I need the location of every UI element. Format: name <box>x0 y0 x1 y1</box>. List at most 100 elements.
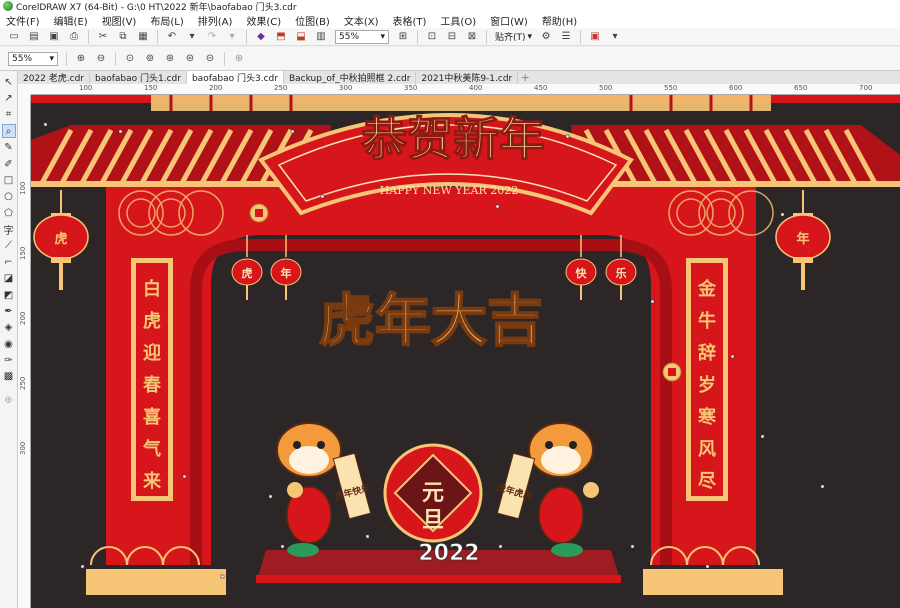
show-guidelines-icon[interactable]: ⊠ <box>465 30 479 44</box>
interactive-fill-icon[interactable]: ◈ <box>2 321 16 335</box>
crop-tool-icon[interactable]: ⌗ <box>2 108 16 122</box>
document-tab[interactable]: baofabao 门头1.cdr <box>90 71 187 84</box>
new-year-gate-artwork[interactable]: 恭贺新年 HAPPY NEW YEAR 2022 虎年大吉 白 虎 迎 春 喜 … <box>31 95 900 608</box>
transparency-tool-icon[interactable]: ◩ <box>2 288 16 302</box>
drop-shadow-tool-icon[interactable]: ◪ <box>2 272 16 286</box>
rectangle-tool-icon[interactable]: □ <box>2 173 16 187</box>
toolbar-divider <box>88 29 89 44</box>
zoom-page-width-icon[interactable]: ⊜ <box>183 52 197 66</box>
document-tab[interactable]: 2021中秋美陈9-1.cdr <box>416 71 519 84</box>
publish-pdf-icon[interactable]: ▥ <box>314 30 328 44</box>
property-zoom-select[interactable]: 55% ▾ <box>8 51 58 66</box>
add-icon[interactable]: ⊕ <box>232 52 246 66</box>
open-folder-icon[interactable]: ▤ <box>27 30 41 44</box>
menu-window[interactable]: 窗口(W) <box>490 13 528 28</box>
toolbar-divider <box>580 29 582 44</box>
new-document-icon[interactable]: ▭ <box>7 30 21 44</box>
window-title: CorelDRAW X7 (64-Bit) - G:\0 HT\2022 新年\… <box>16 2 297 13</box>
lantern-char: 乐 <box>616 266 627 280</box>
ruler-label: 100 <box>79 84 93 92</box>
zoom-page-icon[interactable]: ⊛ <box>163 52 177 66</box>
shape-tool-icon[interactable]: ↗ <box>2 92 16 106</box>
ellipse-tool-icon[interactable]: ○ <box>2 190 16 204</box>
property-bar: 55% ▾ ⊕ ⊖ ⊙ ⊚ ⊛ ⊜ ⊝ ⊕ <box>0 47 900 71</box>
outline-pen-icon[interactable]: ✑ <box>2 354 16 368</box>
menu-arrange[interactable]: 排列(A) <box>198 13 233 28</box>
polygon-tool-icon[interactable]: ⬠ <box>2 206 16 220</box>
couplet-char: 寒 <box>697 406 717 428</box>
zoom-level-value: 55% <box>339 31 360 42</box>
ruler-label: 150 <box>19 246 27 260</box>
import-icon[interactable]: ⬒ <box>274 30 288 44</box>
horizontal-ruler[interactable]: 100 150 200 250 300 350 400 450 500 550 … <box>31 84 900 95</box>
menu-text[interactable]: 文本(X) <box>344 13 379 28</box>
document-tab[interactable]: Backup_of_中秋拍照框 2.cdr <box>284 71 417 84</box>
standard-toolbar: ▭ ▤ ▣ ⎙ ✂ ⧉ ▦ ↶ ▾ ↷ ▾ ◆ ⬒ ⬓ ▥ 55% ▾ ⊞ ⊡ … <box>0 28 900 46</box>
full-screen-preview-icon[interactable]: ⊞ <box>396 30 410 44</box>
application-launcher-icon[interactable]: ▣ <box>588 30 602 44</box>
eyedropper-tool-icon[interactable]: ✒ <box>2 304 16 318</box>
undo-icon[interactable]: ↶ <box>165 30 179 44</box>
ruler-label: 350 <box>404 84 418 92</box>
menu-layout[interactable]: 布局(L) <box>150 13 183 28</box>
zoom-level-select[interactable]: 55% ▾ <box>335 29 389 44</box>
zoom-in-icon[interactable]: ⊕ <box>74 52 88 66</box>
menu-help[interactable]: 帮助(H) <box>542 13 577 28</box>
add-tool-icon[interactable]: ⊕ <box>2 393 16 407</box>
copy-icon[interactable]: ⧉ <box>116 30 130 44</box>
lantern-char: 虎 <box>242 266 253 280</box>
zoom-tool-icon[interactable]: ⌕ <box>1 124 16 139</box>
launcher-dropdown-icon[interactable]: ▾ <box>608 30 622 44</box>
document-tab-active[interactable]: baofabao 门头3.cdr <box>186 71 284 84</box>
text-tool-icon[interactable]: 字 <box>2 223 16 237</box>
show-grid-icon[interactable]: ⊟ <box>445 30 459 44</box>
mesh-fill-icon[interactable]: ▩ <box>2 370 16 384</box>
dimension-tool-icon[interactable]: ⟋ <box>2 239 16 253</box>
menu-table[interactable]: 表格(T) <box>393 13 427 28</box>
save-icon[interactable]: ▣ <box>47 30 61 44</box>
vertical-ruler[interactable]: 100 150 200 250 300 <box>18 95 31 608</box>
smart-fill-icon[interactable]: ◉ <box>2 337 16 351</box>
menu-effects[interactable]: 效果(C) <box>246 13 281 28</box>
zoom-out-icon[interactable]: ⊖ <box>94 52 108 66</box>
toolbar-divider <box>115 51 116 66</box>
redo-icon[interactable]: ↷ <box>205 30 219 44</box>
document-tab[interactable]: 2022 老虎.cdr <box>18 71 90 84</box>
connector-tool-icon[interactable]: ⌐ <box>2 255 16 269</box>
menu-view[interactable]: 视图(V) <box>102 13 137 28</box>
cut-icon[interactable]: ✂ <box>96 30 110 44</box>
freehand-tool-icon[interactable]: ✎ <box>2 141 16 155</box>
paste-icon[interactable]: ▦ <box>136 30 150 44</box>
menu-tools[interactable]: 工具(O) <box>440 13 476 28</box>
menu-bitmaps[interactable]: 位图(B) <box>295 13 330 28</box>
align-icon[interactable]: ☰ <box>559 30 573 44</box>
redo-dropdown-icon[interactable]: ▾ <box>225 30 239 44</box>
right-couplet-text: 金 牛 辞 岁 寒 风 尽 <box>697 278 717 492</box>
ruler-origin[interactable] <box>18 84 31 95</box>
ruler-label: 200 <box>19 311 27 325</box>
couplet-char: 金 <box>697 278 717 300</box>
zoom-all-objects-icon[interactable]: ⊚ <box>143 52 157 66</box>
ruler-label: 400 <box>469 84 483 92</box>
zoom-selected-icon[interactable]: ⊙ <box>123 52 137 66</box>
zoom-page-height-icon[interactable]: ⊝ <box>203 52 217 66</box>
couplet-char: 白 <box>143 278 161 300</box>
menu-file[interactable]: 文件(F) <box>6 13 40 28</box>
drawing-canvas[interactable]: 恭贺新年 HAPPY NEW YEAR 2022 虎年大吉 白 虎 迎 春 喜 … <box>31 95 900 608</box>
couplet-char: 尽 <box>698 471 717 492</box>
snap-to-button[interactable]: 贴齐(T) ▾ <box>495 30 532 44</box>
new-tab-icon[interactable]: + <box>518 71 532 84</box>
export-icon[interactable]: ⬓ <box>294 30 308 44</box>
artistic-media-icon[interactable]: ✐ <box>2 157 16 171</box>
show-rulers-icon[interactable]: ⊡ <box>425 30 439 44</box>
couplet-char: 气 <box>142 438 161 460</box>
print-icon[interactable]: ⎙ <box>67 30 81 44</box>
ruler-label: 600 <box>729 84 743 92</box>
undo-dropdown-icon[interactable]: ▾ <box>185 30 199 44</box>
menu-edit[interactable]: 编辑(E) <box>54 13 88 28</box>
search-content-icon[interactable]: ◆ <box>254 30 268 44</box>
year-text: 2022 <box>418 541 479 566</box>
left-couplet-text: 白 虎 迎 春 喜 气 来 <box>142 278 162 492</box>
options-icon[interactable]: ⚙ <box>539 30 553 44</box>
pick-tool-icon[interactable]: ↖ <box>2 75 16 89</box>
